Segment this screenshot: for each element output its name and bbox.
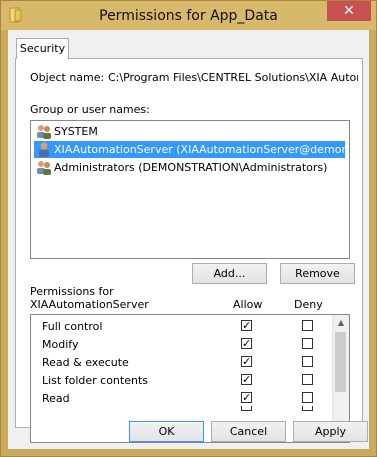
remove-button[interactable]: Remove [280,263,355,284]
permissions-label-line1: Permissions for [30,285,114,298]
allow-checkbox[interactable]: ✓ [241,392,252,403]
add-button[interactable]: Add... [192,263,267,284]
deny-checkbox[interactable] [302,392,313,403]
permission-row-full-control: Full control ✓ [31,318,331,336]
allow-checkbox[interactable]: ✓ [241,374,252,385]
users-icon [37,161,51,175]
permissions-label-line2: XIAAutomationServer [30,298,149,311]
dialog-client: Security Object name: C:\Program Files\C… [8,30,369,449]
allow-checkbox[interactable]: ✓ [241,338,252,349]
permission-name: List folder contents [42,374,148,387]
object-name-label: Object name: [30,71,105,84]
permission-name: Modify [42,338,79,351]
permission-row-modify: Modify ✓ [31,336,331,354]
permission-name: Full control [42,320,103,333]
list-item-label: XIAAutomationServer (XIAAutomationServer… [54,143,345,156]
close-button[interactable]: ✕ [327,1,371,21]
permission-name: Read & execute [42,356,129,369]
list-item-label: SYSTEM [54,125,98,138]
user-icon [39,142,49,157]
permission-row-list-folder-contents: List folder contents ✓ [31,372,331,390]
title-bar[interactable]: Permissions for App_Data ✕ [1,1,376,30]
cancel-button[interactable]: Cancel [211,421,286,442]
users-icon [37,125,51,139]
list-item-administrators[interactable]: Administrators (DEMONSTRATION\Administra… [34,159,345,176]
allow-column-header: Allow [233,298,263,311]
deny-checkbox[interactable] [302,320,313,331]
chevron-up-icon[interactable]: ▲ [333,315,349,331]
allow-checkbox[interactable] [241,406,252,411]
permission-name: Read [42,392,70,405]
deny-checkbox[interactable] [302,338,313,349]
permission-row-read: Read ✓ [31,390,331,408]
list-item-label: Administrators (DEMONSTRATION\Administra… [54,161,328,174]
window-title: Permissions for App_Data [99,8,278,24]
tab-security[interactable]: Security [16,38,69,59]
object-name-value: C:\Program Files\CENTREL Solutions\XIA A… [108,71,358,84]
list-item-system[interactable]: SYSTEM [34,123,345,140]
deny-checkbox[interactable] [302,374,313,385]
apply-button[interactable]: Apply [293,421,368,442]
deny-checkbox[interactable] [302,406,313,411]
scroll-thumb[interactable] [335,332,346,392]
group-user-list[interactable]: SYSTEM XIAAutomationServer (XIAAutomatio… [30,120,350,259]
ok-button[interactable]: OK [129,421,204,442]
permissions-dialog: Permissions for App_Data ✕ Security Obje… [0,0,377,457]
deny-checkbox[interactable] [302,356,313,367]
group-list-label: Group or user names: [30,103,150,116]
security-tab-panel: Object name: C:\Program Files\CENTREL So… [15,58,363,443]
allow-checkbox[interactable]: ✓ [241,356,252,367]
list-item-xiaautomationserver[interactable]: XIAAutomationServer (XIAAutomationServer… [34,141,345,158]
permission-row-read-execute: Read & execute ✓ [31,354,331,372]
deny-column-header: Deny [294,298,323,311]
allow-checkbox[interactable]: ✓ [241,320,252,331]
